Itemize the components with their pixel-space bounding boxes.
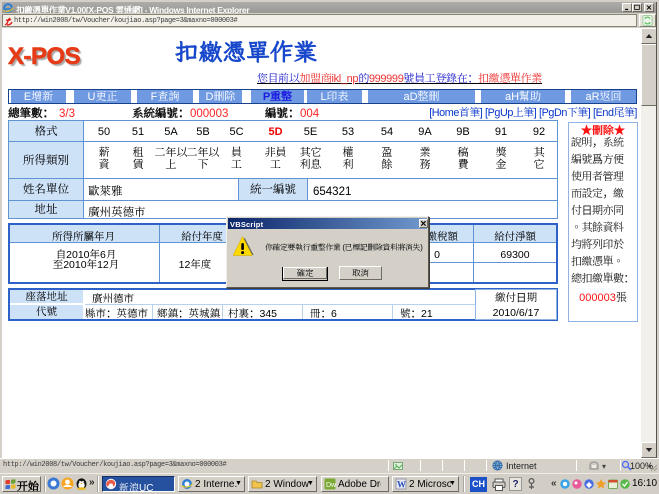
svg-text:W: W	[397, 480, 406, 490]
svg-text:Dw: Dw	[326, 482, 336, 489]
